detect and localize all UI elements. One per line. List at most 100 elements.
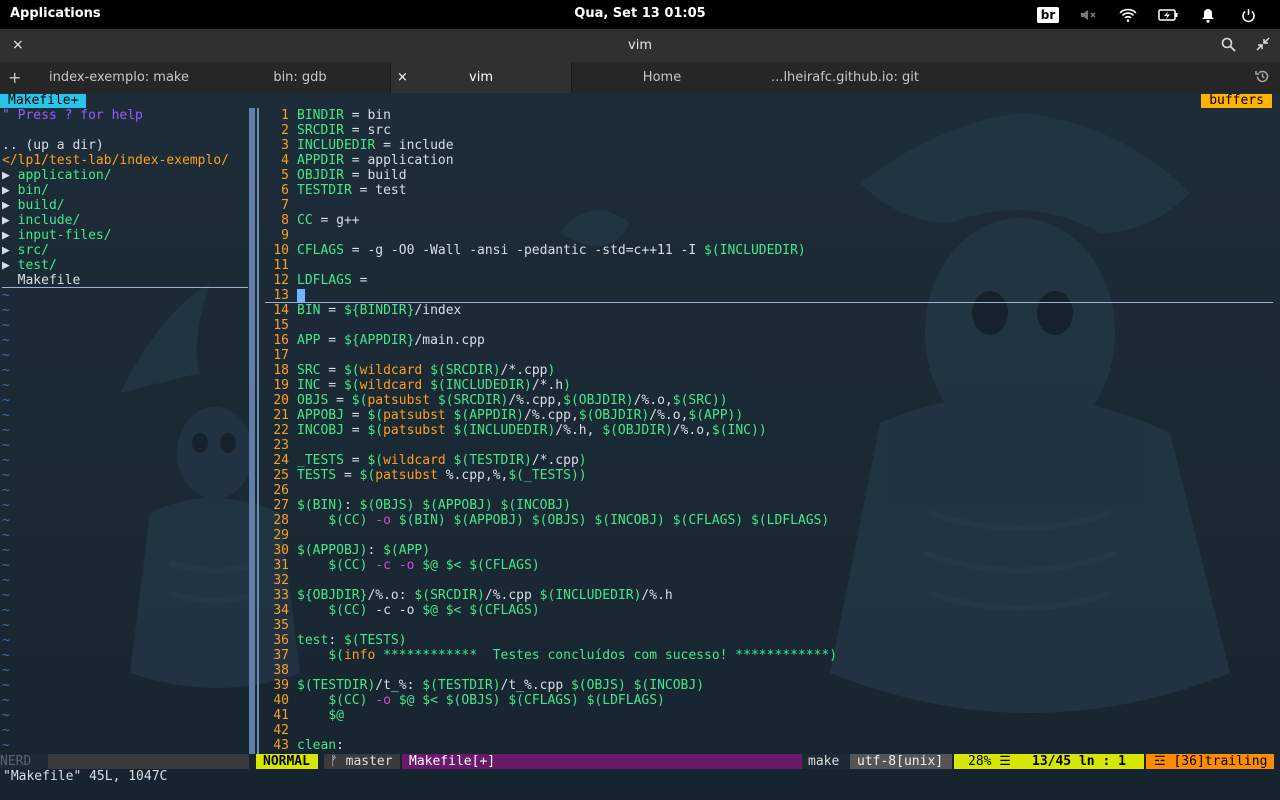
code-editor[interactable]: 1 BINDIR = bin 2 SRCDIR = src 3 INCLUDEDIR = … [265,108,1280,754]
code-token: ) [547,363,556,378]
line-number: 25 [273,468,289,483]
keyboard-layout-label: br [1036,7,1060,23]
code-token: = [328,393,352,408]
wifi-icon[interactable] [1108,4,1148,26]
code-token: $(OBJDIR) [563,393,634,408]
line-number: 1 [281,108,289,123]
line-number: 16 [273,333,289,348]
nerdtree-status-label: NERD [0,754,48,769]
code-line[interactable]: 24 _TESTS = $(wildcard $(TESTDIR)/*.cpp) [265,453,586,468]
code-line[interactable]: 4 APPDIR = application [265,153,453,168]
code-line[interactable]: 42 [265,723,297,738]
nerdtree-dir-item[interactable]: ▶ include/ [2,213,80,228]
code-line[interactable]: 43 clean: [265,738,344,753]
code-line[interactable]: 30 $(APPOBJ): $(APP) [265,543,430,558]
vim-command-line[interactable]: "Makefile" 45L, 1047C [3,769,167,784]
code-line[interactable]: 27 $(BIN): $(OBJS) $(APPOBJ) $(INCOBJ) [265,498,571,513]
code-token: TESTDIR [297,183,352,198]
code-token: $(INC)) [711,423,767,438]
code-line[interactable]: 21 APPOBJ = $(patsubst $(APPDIR)/%.cpp,$(… [265,408,743,423]
window-title: vim [628,38,652,53]
code-line[interactable]: 20 OBJS = $(patsubst $(SRCDIR)/%.cpp,$(OB… [265,393,727,408]
code-line[interactable]: 32 [265,573,297,588]
code-line[interactable]: 31 $(CC) -c -o $@ $< $(CFLAGS) [265,558,540,573]
nerdtree-root-path[interactable]: </lp1/test-lab/index-exemplo/ [2,153,229,168]
code-line[interactable]: 7 [265,198,297,213]
code-line[interactable]: 16 APP = ${APPDIR}/main.cpp [265,333,485,348]
new-tab-icon[interactable]: + [8,68,21,87]
history-icon[interactable] [1255,69,1270,88]
code-line[interactable]: 39 $(TESTDIR)/t_%: $(TESTDIR)/t_%.cpp $(O… [265,678,704,693]
code-token: : [367,543,384,558]
tab-close-icon[interactable]: × [397,62,408,93]
nerdtree-panel[interactable]: " Press ? for help .. (up a dir) </lp1/tes… [0,108,250,754]
code-token: $@ $< $(CFLAGS) [422,558,540,573]
code-line[interactable]: 1 BINDIR = bin [265,108,391,123]
code-line[interactable]: 8 CC = g++ [265,213,359,228]
code-line[interactable]: 5 OBJDIR = build [265,168,406,183]
window-close-icon[interactable]: × [12,37,24,53]
code-line[interactable]: 18 SRC = $(wildcard $(SRCDIR)/*.cpp) [265,363,555,378]
code-line[interactable]: 14 BIN = ${BINDIR}/index [265,303,461,318]
nerdtree-dir-item[interactable]: ▶ bin/ [2,183,49,198]
unmaximize-icon[interactable] [1256,37,1270,55]
tab-index-exemplo[interactable]: index-exemplo: make [30,62,208,93]
line-number: 23 [273,438,289,453]
code-line[interactable]: 34 $(CC) -c -o $@ $< $(CFLAGS) [265,603,539,618]
code-line[interactable]: 28 $(CC) -o $(BIN) $(APPOBJ) $(OBJS) $(I… [265,513,829,528]
code-line[interactable]: 3 INCLUDEDIR = include [265,138,453,153]
tab-bin-gdb[interactable]: bin: gdb [208,62,392,93]
terminal-area[interactable]: Makefile+ buffers " Press ? for help .. (… [0,93,1280,800]
code-line[interactable]: 23 [265,438,297,453]
code-line[interactable]: 25 TESTS = $(patsubst %.cpp,%,$(_TESTS)) [265,468,586,483]
volume-muted-icon[interactable] [1068,4,1108,26]
code-line[interactable]: 11 [265,258,297,273]
code-line[interactable]: 41 $@ [265,708,344,723]
applications-menu[interactable]: Applications [10,6,101,21]
power-icon[interactable] [1228,4,1268,26]
code-line[interactable]: 6 TESTDIR = test [265,183,406,198]
vim-buffers-label[interactable]: buffers [1201,94,1272,108]
code-token: INCLUDEDIR [297,138,376,153]
clock[interactable]: Qua, Set 13 01:05 [574,6,705,21]
code-line[interactable]: 36 test: $(TESTS) [265,633,406,648]
code-line[interactable]: 12 LDFLAGS = [265,273,367,288]
code-line[interactable]: 13 [265,288,1273,303]
code-token: : [343,498,360,513]
nerdtree-dir-item[interactable]: ▶ input-files/ [2,228,112,243]
battery-charging-icon[interactable] [1148,4,1188,26]
code-line[interactable]: 22 INCOBJ = $(patsubst $(INCLUDEDIR)/%.h,… [265,423,767,438]
nerdtree-dir-item[interactable]: ▶ src/ [2,243,49,258]
nerdtree-file-item[interactable]: Makefile [2,273,248,288]
code-line[interactable]: 26 [265,483,297,498]
search-icon[interactable] [1221,37,1236,56]
code-line[interactable]: 9 [265,228,297,243]
line-number: 5 [281,168,289,183]
nerdtree-dir-item[interactable]: ▶ build/ [2,198,65,213]
vim-buffer-tab[interactable]: Makefile+ [0,94,87,108]
tab-home[interactable]: Home [572,62,752,93]
tab-git[interactable]: ...lheirafc.github.io: git [752,62,938,93]
tab-vim[interactable]: × vim [390,62,572,93]
code-line[interactable]: 37 $(info ************ Testes concluídos… [265,648,837,663]
keyboard-layout-indicator[interactable]: br [1028,4,1068,26]
empty-line-tilde: ~ [2,513,10,528]
code-line[interactable]: 19 INC = $(wildcard $(INCLUDEDIR)/*.h) [265,378,571,393]
code-line[interactable]: 38 [265,663,297,678]
expand-arrow-icon: ▶ [2,258,18,273]
code-line[interactable]: 2 SRCDIR = src [265,123,391,138]
nerdtree-up-dir[interactable]: .. (up a dir) [2,138,104,153]
code-token: BINDIR [297,108,344,123]
code-line[interactable]: 10 CFLAGS = -g -O0 -Wall -ansi -pedantic … [265,243,805,258]
empty-line-tilde: ~ [2,468,10,483]
code-line[interactable]: 33 ${OBJDIR}/%.o: $(SRCDIR)/%.cpp $(INCLU… [265,588,672,603]
code-line[interactable]: 17 [265,348,297,363]
code-line[interactable]: 15 [265,318,297,333]
code-line[interactable]: 35 [265,618,297,633]
notifications-bell-icon[interactable] [1188,4,1228,26]
nerdtree-dir-item[interactable]: ▶ application/ [2,168,112,183]
code-line[interactable]: 29 [265,528,297,543]
nerdtree-help[interactable]: " Press ? for help [2,108,143,123]
code-line[interactable]: 40 $(CC) -o $@ $< $(OBJS) $(CFLAGS) $(LD… [265,693,665,708]
nerdtree-dir-item[interactable]: ▶ test/ [2,258,57,273]
